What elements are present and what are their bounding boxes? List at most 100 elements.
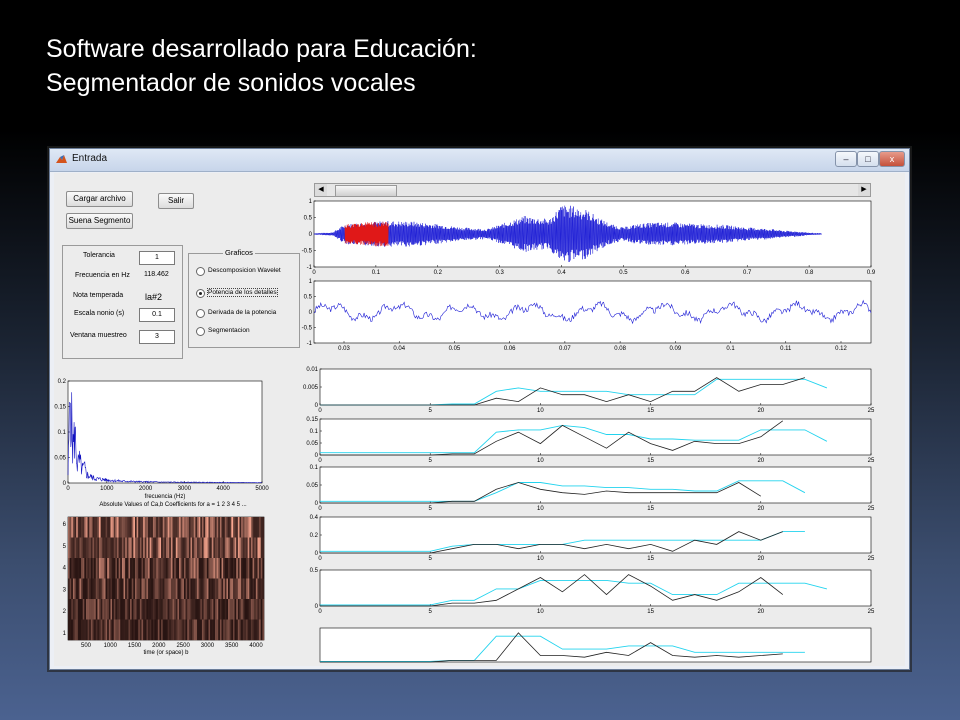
spectrum-ytick-label: 0.1	[58, 430, 67, 436]
scalogram-cell	[223, 517, 225, 538]
nonius-input[interactable]: 0.1	[139, 308, 175, 322]
scalogram-cell	[239, 578, 242, 600]
scalogram-cell	[102, 517, 105, 538]
scalogram-cell	[211, 558, 214, 579]
scalogram-xtick-label: 3500	[225, 643, 239, 649]
scalogram-cell	[105, 517, 108, 538]
scalogram-cell	[188, 537, 191, 559]
scalogram-cell	[148, 558, 150, 579]
radio-wavelet-label[interactable]: Descomposicion Wavelet	[208, 267, 281, 274]
radio-power-derivative[interactable]	[196, 309, 205, 318]
maximize-button[interactable]: □	[857, 151, 879, 167]
scalogram-cell	[123, 619, 126, 641]
scalogram-xtick-label: 1500	[128, 643, 142, 649]
zoom-signal-line	[313, 299, 872, 325]
scalogram-cell	[99, 537, 101, 559]
scalogram-cell	[197, 578, 199, 600]
scalogram-cell	[180, 599, 183, 620]
scalogram-cell	[183, 578, 186, 600]
power-panel-2-xtick-label: 25	[868, 458, 875, 464]
scalogram-ytick-label: 2	[63, 609, 67, 615]
power-panel-3-ytick-label: 0.1	[310, 465, 319, 471]
radio-power-derivative-label[interactable]: Derivada de la potencia	[208, 309, 276, 316]
tolerance-input[interactable]: 1	[139, 251, 175, 265]
scalogram-cell	[76, 537, 78, 559]
scalogram-cell	[259, 517, 261, 538]
radio-detail-power[interactable]	[196, 289, 205, 298]
scalogram-cell	[252, 558, 255, 579]
radio-detail-power-label[interactable]: Potencia de los detalles	[207, 288, 278, 297]
radio-wavelet[interactable]	[196, 267, 205, 276]
scalogram-cell	[72, 517, 75, 538]
scalogram-cell	[221, 578, 224, 600]
scalogram-cell	[161, 578, 163, 600]
play-segment-button[interactable]: Suena Segmento	[66, 213, 133, 229]
scalogram-cell	[128, 599, 131, 620]
power-panel-1-ytick-label: 0	[315, 403, 319, 409]
scalogram-cell	[167, 517, 170, 538]
scalogram-cell	[195, 619, 198, 641]
time-scrollbar[interactable]: ◀ ▶	[314, 183, 871, 197]
scalogram-cell	[126, 558, 129, 579]
scalogram-cell	[226, 578, 229, 600]
scalogram-cell	[219, 619, 222, 641]
scalogram-xlabel: time (or space) b	[143, 650, 189, 656]
scalogram-cell	[172, 558, 175, 579]
scalogram-ytick-label: 6	[63, 522, 67, 528]
scalogram-cell	[100, 578, 103, 600]
scalogram-cell	[97, 619, 100, 641]
scalogram-cell	[103, 599, 106, 620]
spectrum-ytick-label: 0.2	[58, 379, 67, 385]
scalogram-cell	[118, 599, 121, 620]
note-value: la#2	[145, 292, 163, 302]
scalogram-cell	[162, 537, 165, 559]
scroll-right-arrow-icon[interactable]: ▶	[858, 184, 870, 196]
scalogram-cell	[92, 558, 95, 579]
scalogram-cell	[180, 537, 183, 559]
scalogram-cell	[121, 517, 124, 538]
scroll-left-arrow-icon[interactable]: ◀	[315, 184, 327, 196]
scalogram-cell	[246, 619, 248, 641]
scalogram-cell	[193, 599, 196, 620]
scalogram-cell	[198, 558, 201, 579]
scalogram-cell	[100, 558, 103, 579]
scalogram-cell	[112, 517, 114, 538]
power-panel-3-xtick-label: 5	[429, 506, 433, 512]
close-button[interactable]: x	[879, 151, 905, 167]
scalogram-cell	[117, 619, 119, 641]
scalogram-cell	[219, 537, 222, 559]
waveform-xtick-label: 0.6	[681, 270, 690, 276]
scalogram-cell	[69, 619, 72, 641]
scalogram-cell	[229, 517, 232, 538]
scalogram-cell	[161, 517, 163, 538]
window-titlebar[interactable]: Entrada – □ x	[50, 149, 909, 172]
scalogram-cell	[90, 619, 93, 641]
window-input[interactable]: 3	[139, 330, 175, 344]
load-file-button[interactable]: Cargar archivo	[66, 191, 133, 207]
scalogram-cell	[185, 599, 188, 620]
scalogram-cell	[218, 599, 221, 620]
exit-button[interactable]: Salir	[158, 193, 194, 209]
scalogram-cell	[102, 537, 105, 559]
scalogram-cell	[221, 619, 224, 641]
scalogram-cell	[260, 578, 263, 600]
scalogram-cell	[188, 558, 191, 579]
scalogram-cell	[254, 619, 257, 641]
waveform-ytick-label: -0.5	[302, 249, 313, 255]
scalogram-cell	[179, 578, 181, 600]
scalogram-cell	[107, 599, 110, 620]
scalogram-cell	[82, 558, 85, 579]
radio-segmentation[interactable]	[196, 327, 205, 336]
scroll-thumb[interactable]	[335, 185, 397, 197]
scalogram-cell	[195, 537, 198, 559]
power-panel-3-ytick-label: 0	[315, 501, 319, 507]
scalogram-cell	[68, 619, 70, 641]
scalogram-cell	[205, 517, 208, 538]
zoom-ytick-label: 0.5	[304, 295, 313, 301]
scalogram-cell	[206, 517, 209, 538]
scalogram-cell	[143, 558, 145, 579]
minimize-button[interactable]: –	[835, 151, 857, 167]
radio-segmentation-label[interactable]: Segmentacion	[208, 327, 250, 334]
power-panel-5-ytick-label: 0	[315, 604, 319, 610]
scalogram-cell	[100, 619, 103, 641]
